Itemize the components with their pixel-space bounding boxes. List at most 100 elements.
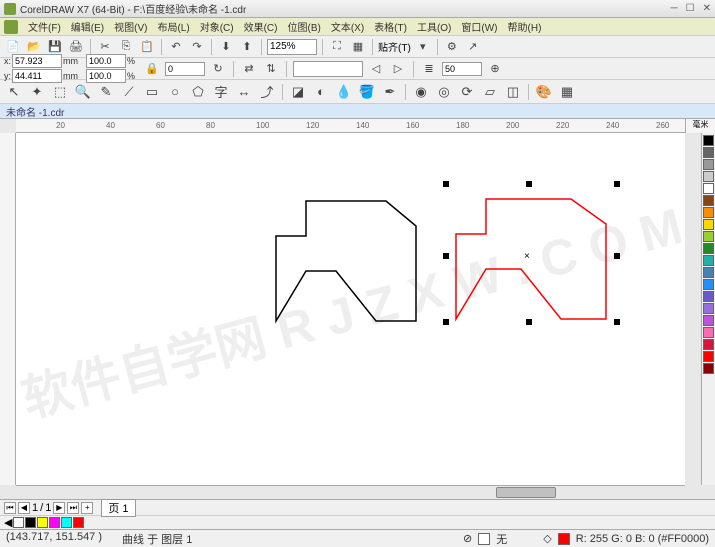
color-swatch[interactable] bbox=[703, 219, 714, 230]
add-icon[interactable]: ⊕ bbox=[486, 60, 504, 78]
color-prev-button[interactable]: ◀ bbox=[4, 516, 12, 529]
cut-icon[interactable]: ✂ bbox=[96, 38, 114, 56]
start-arrow-icon[interactable]: ◁ bbox=[367, 60, 385, 78]
selection-handle[interactable] bbox=[614, 181, 620, 187]
menu-effects[interactable]: 效果(C) bbox=[240, 18, 282, 35]
color-swatch[interactable] bbox=[703, 243, 714, 254]
selection-handle[interactable] bbox=[526, 319, 532, 325]
selection-handle[interactable] bbox=[443, 319, 449, 325]
color-swatch[interactable] bbox=[13, 517, 24, 528]
outline-tool-icon[interactable]: ✒ bbox=[380, 82, 400, 102]
menu-help[interactable]: 帮助(H) bbox=[504, 18, 546, 35]
fill-tool-icon[interactable]: 🪣 bbox=[357, 82, 377, 102]
wrap-icon[interactable]: ≣ bbox=[420, 60, 438, 78]
zoom-input[interactable] bbox=[267, 39, 317, 55]
zoom-tool-icon[interactable]: 🔍 bbox=[73, 82, 93, 102]
selection-handle[interactable] bbox=[443, 253, 449, 259]
menu-text[interactable]: 文本(X) bbox=[327, 18, 368, 35]
rectangle-tool-icon[interactable]: ▭ bbox=[142, 82, 162, 102]
selection-handle[interactable] bbox=[443, 181, 449, 187]
paste-icon[interactable]: 📋 bbox=[138, 38, 156, 56]
color-swatch[interactable] bbox=[703, 159, 714, 170]
menu-bitmap[interactable]: 位图(B) bbox=[283, 18, 324, 35]
color-swatch[interactable] bbox=[703, 279, 714, 290]
menu-table[interactable]: 表格(T) bbox=[370, 18, 411, 35]
page-prev-button[interactable]: ◀ bbox=[18, 502, 30, 514]
scroll-thumb[interactable] bbox=[496, 487, 556, 498]
menu-object[interactable]: 对象(C) bbox=[196, 18, 238, 35]
pick-tool-icon[interactable]: ↖ bbox=[4, 82, 24, 102]
canvas[interactable]: 软件自学网 R J Z X W . C O M × bbox=[16, 133, 685, 485]
export-icon[interactable]: ⬆ bbox=[238, 38, 256, 56]
color-swatch[interactable] bbox=[703, 231, 714, 242]
options-icon[interactable]: ⚙ bbox=[443, 38, 461, 56]
rotate-input[interactable] bbox=[165, 62, 205, 76]
horizontal-scrollbar[interactable] bbox=[16, 485, 685, 499]
color-swatch[interactable] bbox=[703, 207, 714, 218]
import-icon[interactable]: ⬇ bbox=[217, 38, 235, 56]
smart-tool-icon[interactable]: ⟋ bbox=[119, 82, 139, 102]
color-swatch[interactable] bbox=[25, 517, 36, 528]
redo-icon[interactable]: ↷ bbox=[188, 38, 206, 56]
lock-ratio-icon[interactable]: 🔒 bbox=[143, 60, 161, 78]
document-tab[interactable]: 未命名 -1.cdr bbox=[0, 104, 715, 119]
dropshadow-tool-icon[interactable]: ◪ bbox=[288, 82, 308, 102]
color-swatch[interactable] bbox=[61, 517, 72, 528]
close-button[interactable]: ✕ bbox=[703, 3, 711, 14]
color-swatch[interactable] bbox=[703, 315, 714, 326]
chevron-down-icon[interactable]: ▾ bbox=[414, 38, 432, 56]
undo-icon[interactable]: ↶ bbox=[167, 38, 185, 56]
color-swatch[interactable] bbox=[703, 267, 714, 278]
minimize-button[interactable]: ─ bbox=[671, 3, 678, 14]
color-swatch[interactable] bbox=[49, 517, 60, 528]
print-icon[interactable]: 🖨 bbox=[67, 38, 85, 56]
black-shape[interactable] bbox=[266, 191, 426, 331]
fullscreen-icon[interactable]: ⛶ bbox=[328, 38, 346, 56]
rotate-icon[interactable]: ↻ bbox=[209, 60, 227, 78]
blend-tool-icon[interactable]: ◉ bbox=[411, 82, 431, 102]
color-swatch[interactable] bbox=[703, 327, 714, 338]
menu-window[interactable]: 窗口(W) bbox=[457, 18, 501, 35]
fill-swatch[interactable] bbox=[478, 533, 490, 545]
selection-center-icon[interactable]: × bbox=[524, 251, 530, 262]
new-icon[interactable]: 📄 bbox=[4, 38, 22, 56]
color-swatch[interactable] bbox=[703, 135, 714, 146]
line-style-select[interactable] bbox=[293, 61, 363, 77]
arrow-val-input[interactable] bbox=[442, 62, 482, 76]
grid-icon[interactable]: ▦ bbox=[349, 38, 367, 56]
menu-file[interactable]: 文件(F) bbox=[24, 18, 65, 35]
flip-h-icon[interactable]: ⇄ bbox=[240, 60, 258, 78]
freehand-tool-icon[interactable]: ✎ bbox=[96, 82, 116, 102]
color-swatch[interactable] bbox=[703, 351, 714, 362]
scale-w-input[interactable] bbox=[86, 54, 126, 68]
color-swatch[interactable] bbox=[703, 195, 714, 206]
color-swatch[interactable] bbox=[703, 183, 714, 194]
x-coord-input[interactable] bbox=[12, 54, 62, 68]
envelope-tool-icon[interactable]: ▱ bbox=[480, 82, 500, 102]
color-swatch[interactable] bbox=[37, 517, 48, 528]
menu-view[interactable]: 视图(V) bbox=[110, 18, 151, 35]
menu-layout[interactable]: 布局(L) bbox=[153, 18, 193, 35]
text-tool-icon[interactable]: 字 bbox=[211, 82, 231, 102]
red-shape-selected[interactable] bbox=[446, 189, 616, 329]
snap-label[interactable]: 贴齐(T) bbox=[378, 39, 411, 54]
shape-tool-icon[interactable]: ✦ bbox=[27, 82, 47, 102]
outline-swatch[interactable] bbox=[558, 533, 570, 545]
selection-handle[interactable] bbox=[614, 319, 620, 325]
color-swatch[interactable] bbox=[703, 171, 714, 182]
ellipse-tool-icon[interactable]: ○ bbox=[165, 82, 185, 102]
color-swatch[interactable] bbox=[703, 339, 714, 350]
color-swatch[interactable] bbox=[703, 147, 714, 158]
open-icon[interactable]: 📂 bbox=[25, 38, 43, 56]
eyedropper-tool-icon[interactable]: 💧 bbox=[334, 82, 354, 102]
color-swatch[interactable] bbox=[703, 363, 714, 374]
colorstyle-icon[interactable]: 🎨 bbox=[534, 82, 554, 102]
polygon-tool-icon[interactable]: ⬠ bbox=[188, 82, 208, 102]
page-last-button[interactable]: ⏭ bbox=[67, 502, 79, 514]
launch-icon[interactable]: ↗ bbox=[464, 38, 482, 56]
color-swatch[interactable] bbox=[703, 255, 714, 266]
flip-v-icon[interactable]: ⇅ bbox=[262, 60, 280, 78]
page-first-button[interactable]: ⏮ bbox=[4, 502, 16, 514]
distort-tool-icon[interactable]: ⟳ bbox=[457, 82, 477, 102]
maximize-button[interactable]: ☐ bbox=[686, 3, 695, 14]
